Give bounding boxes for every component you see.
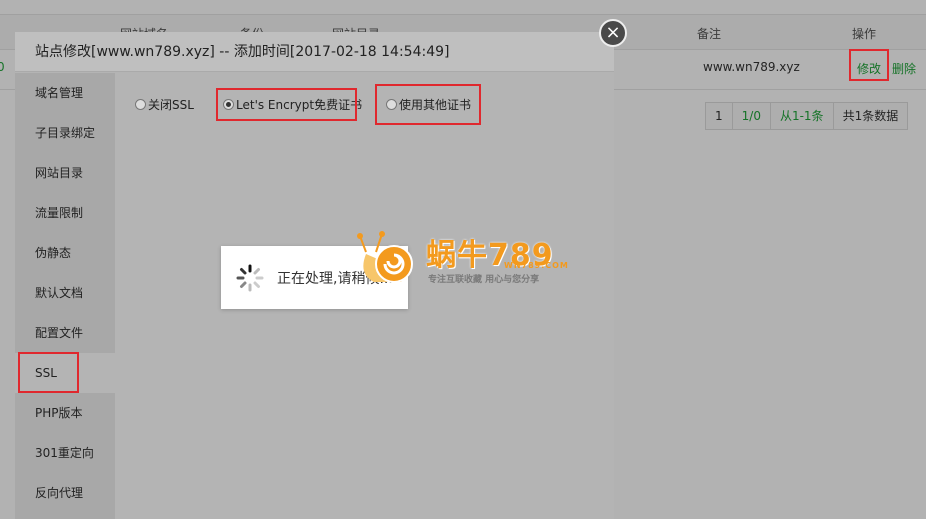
watermark-slogan: 专注互联收藏 用心与您分享 bbox=[428, 275, 540, 285]
other-cert-highlight-box bbox=[375, 84, 481, 125]
letsencrypt-highlight-box bbox=[216, 88, 357, 121]
sidebar-item-301-redirect[interactable]: 301重定向 bbox=[15, 433, 115, 473]
edit-highlight-box bbox=[849, 49, 889, 81]
ssl-off-radio[interactable] bbox=[135, 99, 146, 110]
sidebar-item-config-file[interactable]: 配置文件 bbox=[15, 313, 115, 353]
watermark-logo: 蜗牛789 WN789.COM 专注互联收藏 用心与您分享 bbox=[352, 230, 582, 290]
ssl-highlight-box bbox=[18, 352, 79, 393]
watermark-domain: WN789.COM bbox=[504, 261, 569, 270]
modal-sidebar: 域名管理 子目录绑定 网站目录 流量限制 伪静态 默认文档 配置文件 SSL P… bbox=[15, 73, 115, 519]
sidebar-item-php-version[interactable]: PHP版本 bbox=[15, 393, 115, 433]
sidebar-item-reverse-proxy[interactable]: 反向代理 bbox=[15, 473, 115, 513]
ssl-off-label: 关闭SSL bbox=[148, 98, 194, 112]
loading-spinner-icon bbox=[236, 264, 264, 292]
modal-title: 站点修改[www.wn789.xyz] -- 添加时间[2017-02-18 1… bbox=[15, 32, 614, 72]
sidebar-item-default-doc[interactable]: 默认文档 bbox=[15, 273, 115, 313]
snail-logo-icon bbox=[357, 231, 413, 283]
sidebar-item-rewrite[interactable]: 伪静态 bbox=[15, 233, 115, 273]
modal-close-button[interactable]: × bbox=[599, 19, 627, 47]
sidebar-item-subdir-binding[interactable]: 子目录绑定 bbox=[15, 113, 115, 153]
sidebar-item-traffic-limit[interactable]: 流量限制 bbox=[15, 193, 115, 233]
ssl-off-option[interactable]: 关闭SSL bbox=[135, 96, 194, 113]
sidebar-item-domain[interactable]: 域名管理 bbox=[15, 73, 115, 113]
sidebar-item-site-directory[interactable]: 网站目录 bbox=[15, 153, 115, 193]
